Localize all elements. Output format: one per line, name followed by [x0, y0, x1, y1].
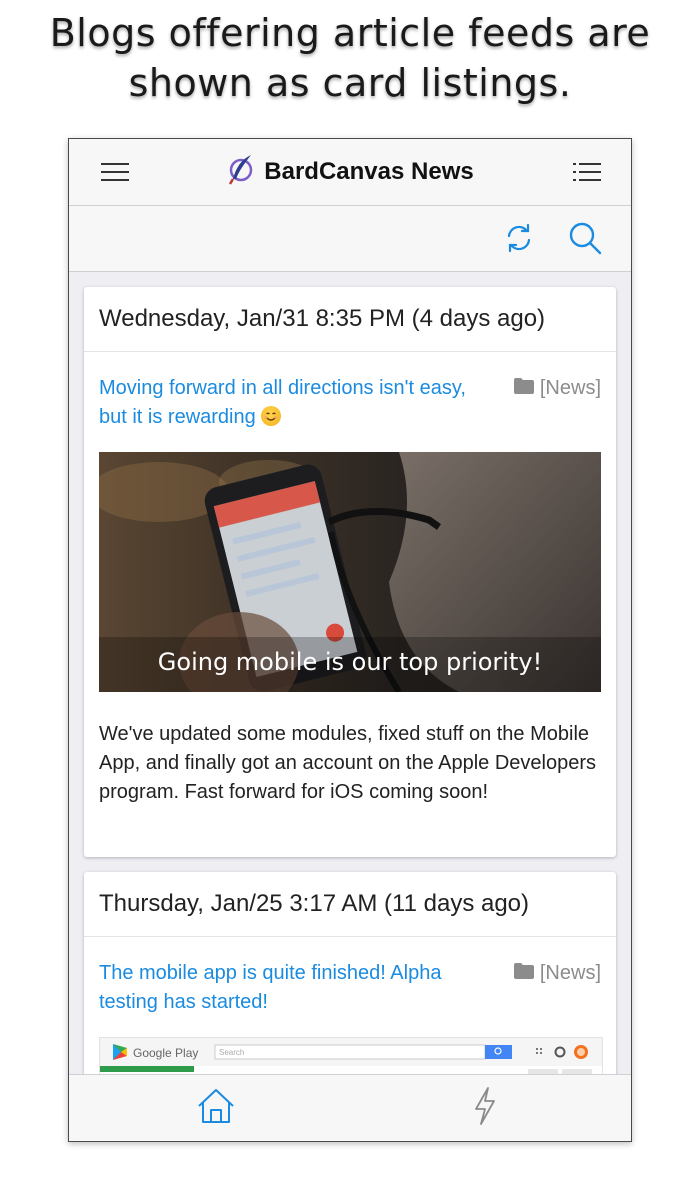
list-icon[interactable] [571, 156, 603, 188]
post-excerpt: We've updated some modules, fixed stuff … [99, 723, 597, 803]
image-search-placeholder: Search [219, 1048, 244, 1057]
caption-line-2: shown as card listings. [128, 61, 572, 105]
post-card: Thursday, Jan/25 3:17 AM (11 days ago) T… [84, 872, 616, 1074]
post-title-link[interactable]: Moving forward in all directions isn't e… [99, 374, 499, 432]
google-play-screenshot: Google Play Search [100, 1038, 602, 1074]
caption-line-1: Blogs offering article feeds are [49, 11, 651, 55]
bottom-tabbar [69, 1074, 631, 1141]
smiling-face-emoji [261, 406, 282, 426]
post-card-body: The mobile app is quite finished! Alpha … [84, 937, 616, 1074]
phone-in-hand-photo: Going mobile is our top priority! [99, 452, 601, 692]
post-category-label: [News] [539, 962, 601, 984]
post-title-text: Moving forward in all directions isn't e… [99, 377, 466, 428]
post-featured-image[interactable]: Going mobile is our top priority! [99, 452, 601, 692]
search-icon[interactable] [567, 220, 603, 256]
lightning-icon [473, 1087, 497, 1130]
post-featured-image[interactable]: Google Play Search [99, 1037, 603, 1074]
app-window: BardCanvas News Wednesday, Jan/31 8:35 P… [68, 138, 632, 1142]
post-date: Wednesday, Jan/31 8:35 PM (4 days ago) [84, 287, 616, 352]
refresh-icon[interactable] [501, 220, 537, 256]
post-category-label: [News] [539, 377, 601, 399]
tab-activity[interactable] [344, 1075, 625, 1141]
screenshot-caption: Blogs offering article feeds are shown a… [0, 8, 700, 108]
folder-icon [513, 959, 534, 988]
post-title-link[interactable]: The mobile app is quite finished! Alpha … [99, 959, 499, 1017]
post-category[interactable]: [News] [513, 374, 601, 403]
post-card-body: Moving forward in all directions isn't e… [84, 352, 616, 857]
home-icon [196, 1088, 236, 1129]
google-play-brand: Google Play [133, 1046, 198, 1060]
image-caption: Going mobile is our top priority! [158, 648, 542, 676]
toolbar [69, 206, 631, 272]
post-date: Thursday, Jan/25 3:17 AM (11 days ago) [84, 872, 616, 937]
feed-list[interactable]: Wednesday, Jan/31 8:35 PM (4 days ago) M… [69, 272, 631, 1074]
folder-icon [513, 374, 534, 403]
post-card: Wednesday, Jan/31 8:35 PM (4 days ago) M… [84, 287, 616, 857]
quill-logo-icon [226, 153, 256, 192]
post-category[interactable]: [News] [513, 959, 601, 988]
app-title-area: BardCanvas News [69, 139, 631, 205]
tab-home[interactable] [75, 1075, 356, 1141]
app-title: BardCanvas News [264, 158, 474, 185]
top-navbar: BardCanvas News [69, 139, 631, 206]
